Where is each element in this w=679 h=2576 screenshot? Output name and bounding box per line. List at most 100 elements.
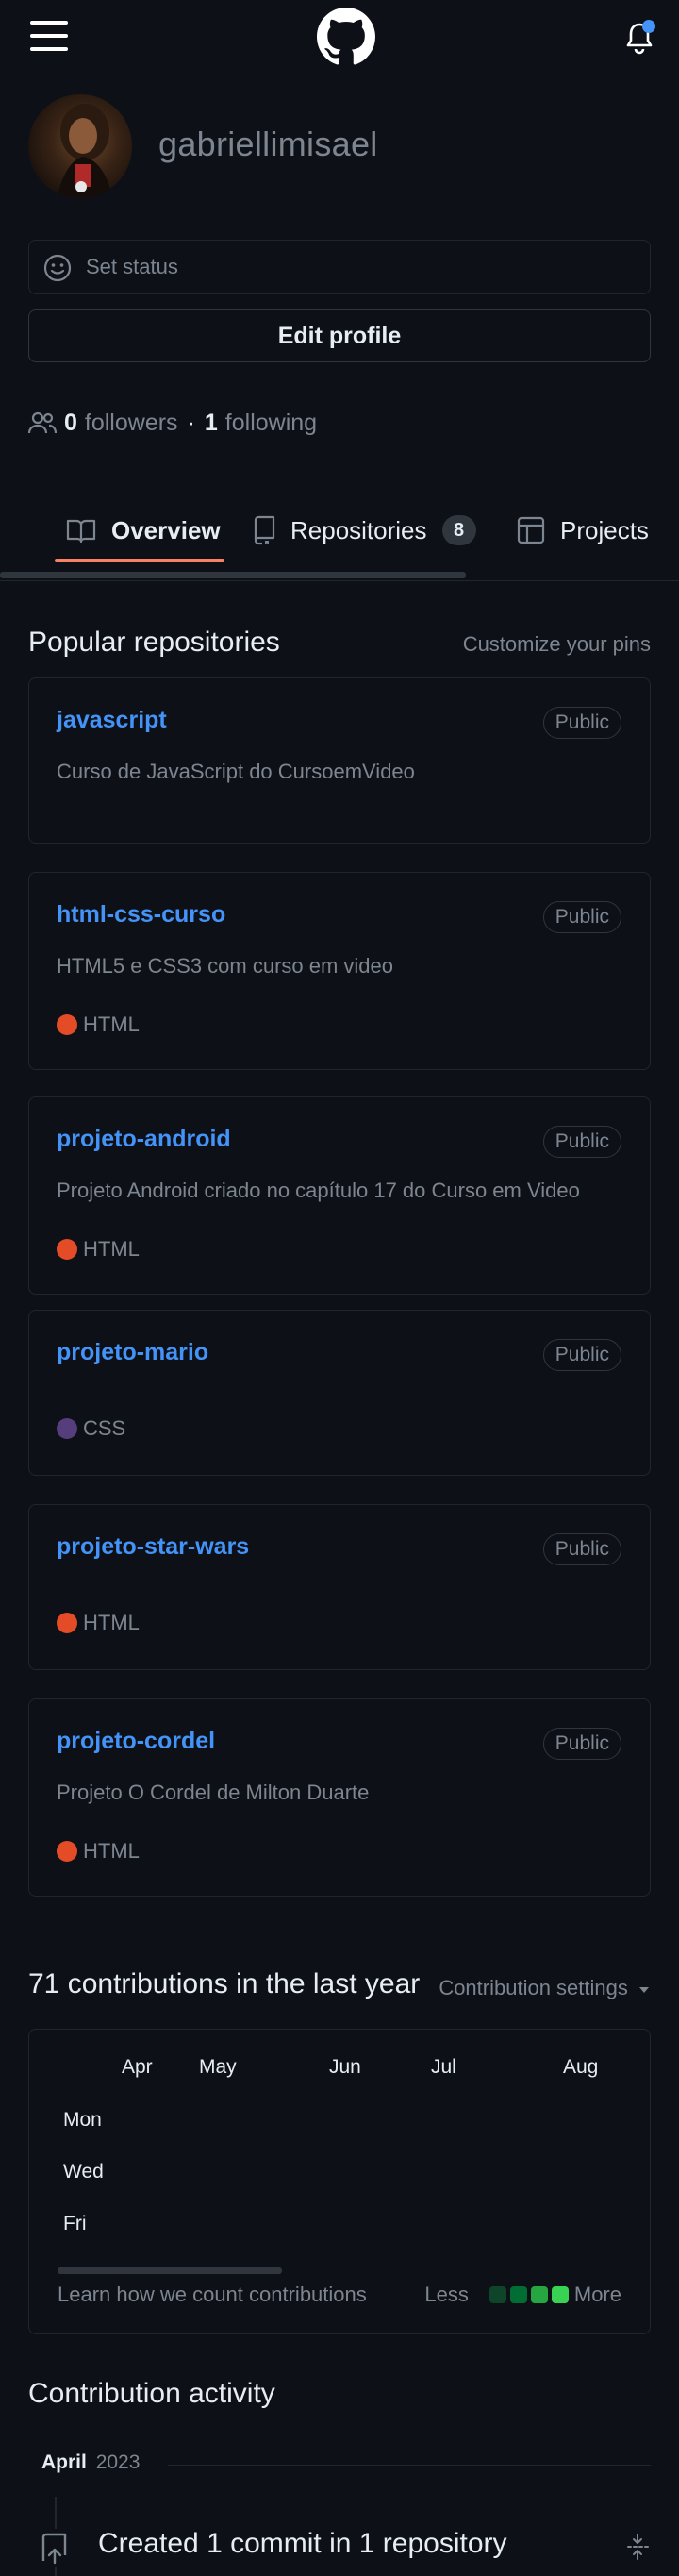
tab-label: Projects <box>560 515 649 544</box>
set-status-button[interactable]: Set status <box>28 240 651 294</box>
language-color-dot <box>57 1014 77 1035</box>
repo-name-link[interactable]: projeto-star-wars <box>57 1533 249 1561</box>
repo-name-link[interactable]: projeto-android <box>57 1126 231 1153</box>
table-icon <box>517 516 545 544</box>
language-label: HTML <box>83 1839 140 1863</box>
legend-more: More <box>573 2283 621 2306</box>
visibility-badge: Public <box>542 1728 621 1760</box>
repo-name-link[interactable]: html-css-curso <box>57 901 225 928</box>
edit-profile-button[interactable]: Edit profile <box>28 309 651 362</box>
language-color-dot <box>57 1239 77 1260</box>
tab-repositories[interactable]: Repositories 8 <box>253 504 476 557</box>
visibility-badge: Public <box>542 707 621 739</box>
month-label: May <box>199 2056 237 2078</box>
day-label: Mon <box>63 2109 102 2131</box>
legend-square <box>551 2286 569 2303</box>
visibility-badge: Public <box>542 1339 621 1371</box>
repo-card: projeto-cordel Public Projeto O Cordel de … <box>28 1698 651 1897</box>
repo-icon <box>254 515 275 545</box>
following-count[interactable]: 1 <box>205 410 218 437</box>
book-icon <box>66 519 96 544</box>
language-label: HTML <box>83 1611 140 1634</box>
fold-icon[interactable] <box>626 2533 649 2561</box>
follow-stats: 0 followers · 1 following <box>28 408 317 438</box>
activity-month: April <box>41 2451 87 2473</box>
legend-less: Less <box>424 2283 469 2306</box>
repo-description: Projeto O Cordel de Milton Duarte <box>57 1781 370 1804</box>
smiley-icon <box>43 254 72 282</box>
language-label: HTML <box>83 1012 140 1036</box>
language-color-dot <box>57 1841 77 1862</box>
language-color-dot <box>57 1418 77 1439</box>
popular-repositories-title: Popular repositories <box>28 627 280 658</box>
followers-label[interactable]: followers <box>85 410 178 437</box>
day-label: Wed <box>63 2161 104 2183</box>
customize-pins-link[interactable]: Customize your pins <box>463 632 651 657</box>
hamburger-icon[interactable] <box>30 21 68 51</box>
top-header <box>0 0 679 75</box>
people-icon <box>28 411 57 434</box>
repo-count-badge: 8 <box>441 515 476 545</box>
repo-description: Projeto Android criado no capítulo 17 do… <box>57 1179 580 1202</box>
tab-overview[interactable]: Overview <box>66 504 221 557</box>
divider <box>168 2465 651 2466</box>
contributions-title: 71 contributions in the last year <box>28 1968 421 1999</box>
repo-name-link[interactable]: projeto-mario <box>57 1339 208 1366</box>
month-label: Jul <box>431 2056 456 2078</box>
repo-name-link[interactable]: javascript <box>57 707 167 734</box>
repo-language: HTML <box>57 1012 140 1037</box>
activity-month-heading: April 2023 <box>41 2451 140 2474</box>
bell-icon[interactable] <box>622 19 656 57</box>
repo-card: projeto-star-wars Public HTML <box>28 1504 651 1670</box>
github-octocat-icon[interactable] <box>317 8 375 66</box>
following-label[interactable]: following <box>225 410 317 437</box>
contribution-calendar: Apr May Jun Jul Aug Mon Wed Fri Learn ho… <box>28 2029 651 2334</box>
followers-count[interactable]: 0 <box>64 410 77 437</box>
learn-contributions-link[interactable]: Learn how we count contributions <box>58 2283 367 2307</box>
tab-selected-indicator <box>55 559 224 562</box>
repo-card: javascript Public Curso de JavaScript do C… <box>28 677 651 844</box>
visibility-badge: Public <box>542 1533 621 1565</box>
tab-label: Repositories <box>290 515 427 544</box>
language-label: HTML <box>83 1237 140 1261</box>
repo-card: projeto-mario Public CSS <box>28 1310 651 1476</box>
repo-language: HTML <box>57 1237 140 1262</box>
legend-square <box>530 2286 548 2303</box>
day-label: Fri <box>63 2213 87 2234</box>
contribution-activity-title: Contribution activity <box>28 2378 275 2409</box>
visibility-badge: Public <box>542 901 621 933</box>
contribution-settings-label: Contribution settings <box>439 1976 628 1999</box>
tab-label: Overview <box>111 515 221 544</box>
language-color-dot <box>57 1613 77 1633</box>
contribution-legend: Less More <box>424 2283 621 2307</box>
notification-dot <box>642 20 655 33</box>
month-label: Jun <box>329 2056 361 2078</box>
repo-push-icon <box>36 2529 74 2567</box>
activity-event: Created 1 commit in 1 repository <box>98 2528 507 2559</box>
separator: · <box>187 409 195 436</box>
contribution-settings-dropdown[interactable]: Contribution settings <box>439 1976 651 2000</box>
repo-language: HTML <box>57 1611 140 1635</box>
month-label: Apr <box>122 2056 153 2078</box>
profile-tabs: Overview Repositories 8 Projects <box>0 491 679 581</box>
triangle-down-icon <box>639 1987 649 1993</box>
status-placeholder: Set status <box>86 255 178 278</box>
legend-square <box>509 2286 527 2303</box>
legend-square <box>489 2286 506 2303</box>
calendar-scrollbar[interactable] <box>58 2267 282 2274</box>
avatar[interactable] <box>28 94 132 198</box>
activity-year: 2023 <box>95 2451 141 2473</box>
repo-card: projeto-android Public Projeto Android cri… <box>28 1096 651 1295</box>
language-label: CSS <box>83 1416 126 1440</box>
repo-name-link[interactable]: projeto-cordel <box>57 1728 215 1755</box>
repo-language: HTML <box>57 1839 140 1864</box>
repo-language: CSS <box>57 1416 125 1441</box>
visibility-badge: Public <box>542 1126 621 1158</box>
tabs-scrollbar[interactable] <box>0 572 466 578</box>
username: gabriellimisael <box>158 125 378 163</box>
tab-projects[interactable]: Projects <box>517 504 649 557</box>
repo-description: Curso de JavaScript do CursoemVideo <box>57 760 415 783</box>
repo-card: html-css-curso Public HTML5 e CSS3 com cur… <box>28 872 651 1070</box>
repo-description: HTML5 e CSS3 com curso em video <box>57 954 394 978</box>
month-label: Aug <box>563 2056 599 2078</box>
